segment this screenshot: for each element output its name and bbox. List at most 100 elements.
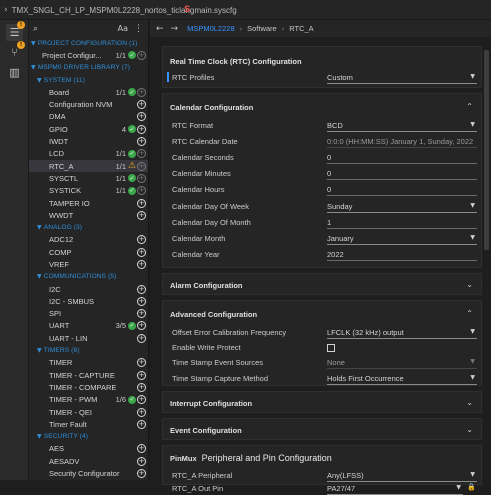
add-circle-icon[interactable]: + — [137, 297, 146, 306]
chevron-down-icon[interactable]: ▼ — [31, 64, 36, 71]
add-circle-icon[interactable]: + — [137, 469, 146, 478]
tree-category-analog-3[interactable]: ▼ANALOG (3) — [29, 221, 148, 233]
add-circle-icon[interactable]: + — [137, 408, 146, 417]
tab-project[interactable]: › TMX_SNGL_CH_LP_MSPM0L2228_nortos_ticla… — [4, 0, 194, 20]
add-circle-icon[interactable]: + — [137, 125, 146, 134]
calendar-hours-input[interactable]: 0 — [327, 185, 477, 196]
sidebar-item-vref[interactable]: VREF+ — [29, 258, 148, 270]
sidebar-item-systick[interactable]: SYSTICK1/1✓+ — [29, 185, 148, 197]
alarm-config-panel[interactable]: Alarm Configuration ⌄ — [162, 273, 482, 295]
add-circle-icon[interactable]: + — [137, 137, 146, 146]
more-options-icon[interactable]: ⋮ — [134, 24, 143, 34]
time-stamp-capture-method-select[interactable]: Holds First Occurrence▼ — [327, 374, 477, 385]
add-circle-icon[interactable]: + — [137, 149, 146, 158]
add-circle-icon[interactable]: + — [137, 174, 146, 183]
add-circle-icon[interactable]: + — [137, 358, 146, 367]
add-circle-icon[interactable]: + — [137, 100, 146, 109]
add-circle-icon[interactable]: + — [137, 321, 146, 330]
sidebar-item-lcd[interactable]: LCD1/1✓+ — [29, 148, 148, 160]
sidebar-item-security-configurator[interactable]: Security Configurator+ — [29, 467, 148, 479]
expand-chevron-icon[interactable]: ⌄ — [466, 425, 473, 434]
scrollbar[interactable] — [484, 50, 489, 250]
sidebar-item-timer[interactable]: TIMER+ — [29, 357, 148, 369]
add-circle-icon[interactable]: + — [137, 444, 146, 453]
sidebar-item-aesadv[interactable]: AESADV+ — [29, 455, 148, 467]
sidebar-item-tamper-io[interactable]: TAMPER IO+ — [29, 197, 148, 209]
sidebar-item-timer-qei[interactable]: TIMER - QEI+ — [29, 406, 148, 418]
match-case-icon[interactable]: Aa — [118, 24, 128, 33]
sidebar-item-aes[interactable]: AES+ — [29, 443, 148, 455]
calendar-minutes-input[interactable]: 0 — [327, 169, 477, 180]
back-arrow-icon[interactable]: ← — [156, 24, 164, 34]
sidebar-item-wwdt[interactable]: WWDT+ — [29, 209, 148, 221]
tree-category-security-4[interactable]: ▼SECURITY (4) — [29, 431, 148, 443]
chevron-down-icon[interactable]: ▼ — [37, 77, 42, 84]
sidebar-item-board[interactable]: Board1/1✓+ — [29, 86, 148, 98]
sidebar-item-spi[interactable]: SPI+ — [29, 308, 148, 320]
add-circle-icon[interactable]: + — [137, 309, 146, 318]
sidebar-item-gpio[interactable]: GPIO4✓+ — [29, 123, 148, 135]
tree-category-communications-5[interactable]: ▼COMMUNICATIONS (5) — [29, 271, 148, 283]
add-circle-icon[interactable]: + — [137, 186, 146, 195]
tree-category-project-configuration-1[interactable]: ▼PROJECT CONFIGURATION (1) — [29, 37, 148, 49]
add-circle-icon[interactable]: + — [137, 248, 146, 257]
sidebar-item-dma[interactable]: DMA+ — [29, 111, 148, 123]
tree-category-mspm0-driver-library-7[interactable]: ▼MSPM0 DRIVER LIBRARY (7) — [29, 62, 148, 74]
expand-chevron-icon[interactable]: ⌄ — [466, 398, 473, 407]
forward-arrow-icon[interactable]: → — [171, 24, 179, 34]
rtc-a-peripheral-select[interactable]: Any(LFSS)▼ — [327, 471, 477, 482]
book-icon[interactable]: ▥ — [6, 64, 23, 81]
sidebar-item-i2c-smbus[interactable]: I2C - SMBUS+ — [29, 295, 148, 307]
calendar-day-of-month-input[interactable]: 1 — [327, 218, 477, 229]
rtc-a-out-pin-select[interactable]: PA27/47▼ — [327, 484, 463, 495]
sidebar-item-timer-pwm[interactable]: TIMER - PWM1/6✓+ — [29, 394, 148, 406]
sidebar-item-timer-capture[interactable]: TIMER - CAPTURE+ — [29, 369, 148, 381]
event-config-panel[interactable]: Event Configuration ⌄ — [162, 418, 482, 440]
tree-category-system-11[interactable]: ▼SYSTEM (11) — [29, 74, 148, 86]
sidebar-item-rtc-a[interactable]: RTC_A1/1⚠+ — [29, 160, 148, 172]
calendar-day-of-week-select[interactable]: Sunday▼ — [327, 202, 477, 213]
add-circle-icon[interactable]: + — [137, 199, 146, 208]
calendar-month-select[interactable]: January▼ — [327, 234, 477, 245]
chevron-down-icon[interactable]: ▼ — [31, 40, 36, 47]
sidebar-item-timer-compare[interactable]: TIMER - COMPARE+ — [29, 381, 148, 393]
sidebar-item-sysctl[interactable]: SYSCTL1/1✓+ — [29, 172, 148, 184]
chevron-down-icon[interactable]: ▼ — [37, 433, 42, 440]
sidebar-item-adc12[interactable]: ADC12+ — [29, 234, 148, 246]
add-circle-icon[interactable]: + — [137, 51, 146, 60]
collapse-chevron-icon[interactable]: ⌃ — [466, 102, 473, 111]
add-circle-icon[interactable]: + — [137, 285, 146, 294]
sidebar-item-iwdt[interactable]: IWDT+ — [29, 135, 148, 147]
lock-icon[interactable]: 🔒 — [467, 483, 476, 491]
add-circle-icon[interactable]: + — [137, 334, 146, 343]
calendar-seconds-input[interactable]: 0 — [327, 153, 477, 164]
offset-error-calibration-frequency-select[interactable]: LFCLK (32 kHz) output▼ — [327, 328, 477, 339]
add-circle-icon[interactable]: + — [137, 395, 146, 404]
add-circle-icon[interactable]: + — [137, 457, 146, 466]
sidebar-item-project-configur[interactable]: Project Configur...1/1✓+ — [29, 49, 148, 61]
add-circle-icon[interactable]: + — [137, 235, 146, 244]
add-circle-icon[interactable]: + — [137, 112, 146, 121]
add-circle-icon[interactable]: + — [137, 371, 146, 380]
sidebar-item-comp[interactable]: COMP+ — [29, 246, 148, 258]
sidebar-item-configuration-nvm[interactable]: Configuration NVM+ — [29, 98, 148, 110]
enable-write-protect-checkbox[interactable] — [327, 344, 335, 352]
sidebar-item-uart[interactable]: UART3/5✓+ — [29, 320, 148, 332]
calendar-year-input[interactable]: 2022 — [327, 250, 477, 261]
add-circle-icon[interactable]: + — [137, 383, 146, 392]
add-circle-icon[interactable]: + — [137, 162, 146, 171]
sidebar-item-timer-fault[interactable]: Timer Fault+ — [29, 418, 148, 430]
rtc-profiles-select[interactable]: Custom▼ — [327, 73, 477, 84]
rtc-format-select[interactable]: BCD▼ — [327, 121, 477, 132]
chevron-down-icon[interactable]: ▼ — [37, 347, 42, 354]
sidebar-item-uart-lin[interactable]: UART - LIN+ — [29, 332, 148, 344]
search-icon[interactable]: ⌕ — [33, 24, 38, 34]
add-circle-icon[interactable]: + — [137, 211, 146, 220]
add-circle-icon[interactable]: + — [137, 260, 146, 269]
add-circle-icon[interactable]: + — [137, 420, 146, 429]
tree-category-timers-6[interactable]: ▼TIMERS (6) — [29, 344, 148, 356]
tab-main-syscfg[interactable]: S main.syscfg — [184, 0, 237, 20]
chevron-down-icon[interactable]: ▼ — [37, 224, 42, 231]
sidebar-item-i2c[interactable]: I2C+ — [29, 283, 148, 295]
interrupt-config-panel[interactable]: Interrupt Configuration ⌄ — [162, 391, 482, 413]
